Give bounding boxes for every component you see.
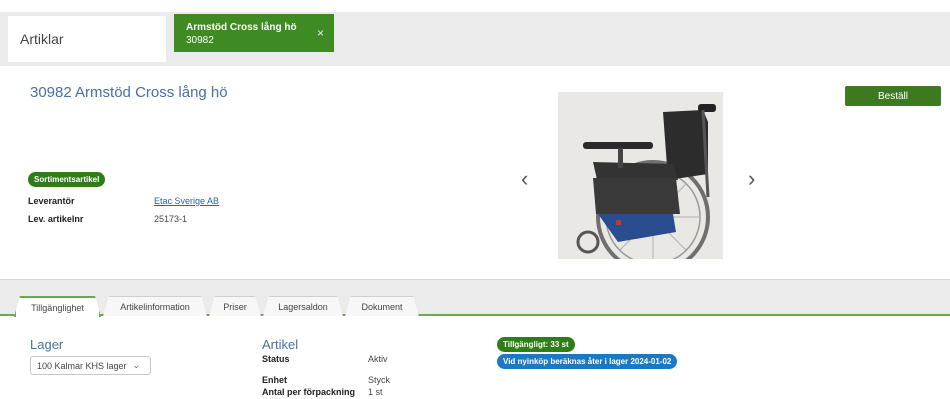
order-button[interactable]: Beställ bbox=[845, 86, 941, 106]
tab-artikelinformation-label: Artikelinformation bbox=[120, 301, 190, 312]
chevron-right-icon[interactable]: › bbox=[748, 166, 755, 192]
status-value: Aktiv bbox=[368, 354, 388, 364]
product-info-table: Leverantör Etac Sverige AB Lev. artikeln… bbox=[28, 192, 219, 228]
status-row: Status Aktiv bbox=[262, 354, 388, 364]
close-icon[interactable]: × bbox=[317, 26, 324, 40]
chevron-left-icon[interactable]: ‹ bbox=[521, 166, 528, 192]
tab-artiklar-label: Artiklar bbox=[20, 31, 64, 47]
tab-article-30982[interactable]: Armstöd Cross lång hö 30982 × bbox=[174, 14, 334, 52]
tab-article-title: Armstöd Cross lång hö bbox=[186, 22, 297, 33]
page-title: 30982 Armstöd Cross lång hö bbox=[30, 84, 228, 101]
lager-heading: Lager bbox=[30, 337, 64, 352]
pack-label: Antal per förpackning bbox=[262, 387, 356, 397]
wheelchair-image bbox=[558, 92, 723, 259]
article-number-label: Lev. artikelnr bbox=[28, 214, 84, 224]
tab-lagersaldon-label: Lagersaldon bbox=[278, 301, 328, 312]
tab-dokument-label: Dokument bbox=[361, 301, 403, 312]
pack-row: Antal per förpackning 1 st bbox=[262, 387, 383, 397]
tab-article-number: 30982 bbox=[186, 35, 214, 46]
tab-dokument[interactable]: Dokument bbox=[345, 296, 419, 316]
supplier-label: Leverantör bbox=[28, 196, 75, 206]
tab-tillganglighet-label: Tillgänglighet bbox=[31, 302, 84, 313]
product-image bbox=[558, 92, 723, 259]
tab-tillganglighet[interactable]: Tillgänglighet bbox=[14, 296, 101, 317]
unit-label: Enhet bbox=[262, 375, 288, 385]
status-label: Status bbox=[262, 354, 290, 364]
warehouse-select-value: 100 Kalmar KHS lager bbox=[37, 360, 127, 371]
tab-artiklar[interactable]: Artiklar bbox=[8, 16, 166, 62]
tab-priser[interactable]: Priser bbox=[209, 296, 261, 316]
tab-lagersaldon[interactable]: Lagersaldon bbox=[263, 296, 343, 316]
article-number-row: Lev. artikelnr 25173-1 bbox=[28, 210, 219, 228]
supplier-row: Leverantör Etac Sverige AB bbox=[28, 192, 219, 210]
artikel-heading: Artikel bbox=[262, 337, 299, 352]
chevron-down-icon: ⌄ bbox=[132, 360, 141, 370]
unit-row: Enhet Styck bbox=[262, 375, 390, 385]
top-tab-strip: Artiklar Armstöd Cross lång hö 30982 × bbox=[0, 12, 950, 66]
tab-artikelinformation[interactable]: Artikelinformation bbox=[103, 296, 207, 316]
available-badge: Tillgängligt: 33 st bbox=[497, 337, 575, 352]
tab-priser-label: Priser bbox=[223, 301, 247, 312]
restock-badge: Vid nyinköp beräknas åter i lager 2024-0… bbox=[497, 354, 678, 369]
supplier-link[interactable]: Etac Sverige AB bbox=[154, 196, 219, 206]
article-number-value: 25173-1 bbox=[154, 214, 188, 224]
warehouse-select[interactable]: 100 Kalmar KHS lager ⌄ bbox=[30, 356, 151, 375]
unit-value: Styck bbox=[368, 375, 391, 385]
assortment-badge: Sortimentsartikel bbox=[28, 172, 106, 187]
pack-value: 1 st bbox=[368, 387, 383, 397]
